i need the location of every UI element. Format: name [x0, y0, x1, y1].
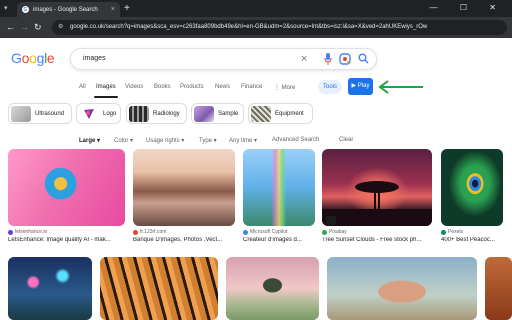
- search-input[interactable]: images ×: [70, 48, 377, 70]
- result-title[interactable]: Banque D'images, Photos ,Vect...: [133, 237, 235, 243]
- forward-icon[interactable]: →: [20, 22, 29, 32]
- logo-letter: e: [46, 50, 55, 66]
- chip-label: Ultrasound: [35, 110, 65, 117]
- source-favicon-icon: [322, 229, 327, 235]
- result-image[interactable]: [226, 257, 319, 320]
- filter-color-label: Color: [114, 138, 129, 144]
- chip-radiology[interactable]: Radiology: [126, 103, 187, 124]
- active-tab-indicator: [94, 96, 118, 98]
- nav-products[interactable]: Products: [180, 84, 204, 90]
- chip-label: Radiology: [153, 110, 180, 117]
- window-controls[interactable]: — ☐ ✕: [430, 3, 506, 12]
- result-source[interactable]: fr.123rf.com: [133, 229, 166, 235]
- result-source-text: Pexels: [448, 229, 464, 235]
- source-favicon-icon: [8, 229, 13, 235]
- logo-letter: G: [11, 50, 22, 66]
- nav-books[interactable]: Books: [154, 84, 171, 90]
- chip-label: Logo: [103, 110, 117, 117]
- result-image[interactable]: [100, 257, 218, 320]
- url-text: google.co.uk/search?q=images&sca_esv=c26…: [70, 24, 428, 30]
- filter-size[interactable]: Large ▾: [79, 137, 100, 144]
- clear-filters-link[interactable]: Clear: [339, 137, 353, 143]
- reload-icon[interactable]: ↻: [34, 22, 42, 33]
- chip-thumbnail: [251, 105, 271, 122]
- site-info-icon[interactable]: ⚙: [58, 20, 63, 35]
- address-bar: ← → ↻ ⚙ google.co.uk/search?q=images&sca…: [0, 17, 512, 38]
- result-image[interactable]: [243, 149, 315, 226]
- nav-news[interactable]: News: [215, 84, 230, 90]
- result-source[interactable]: Pexels: [441, 229, 463, 235]
- nav-finance[interactable]: Finance: [241, 84, 262, 90]
- result-title[interactable]: LetsEnhance: Image quality AI - mak...: [8, 237, 125, 243]
- result-image[interactable]: [441, 149, 503, 226]
- result-source-text: Microsoft Copilot: [250, 229, 288, 235]
- url-field[interactable]: ⚙ google.co.uk/search?q=images&sca_esv=c…: [52, 20, 507, 35]
- result-title[interactable]: 400+ Best Peacoc...: [441, 237, 503, 243]
- play-button[interactable]: ▶ Play: [348, 78, 373, 95]
- result-image[interactable]: [485, 257, 512, 320]
- chip-ultrasound[interactable]: Ultrasound: [8, 103, 72, 124]
- browser-tab-bar: ▾ G images - Google Search × + — ☐ ✕: [0, 0, 512, 17]
- chip-logo[interactable]: Logo: [76, 103, 121, 124]
- chip-sample[interactable]: Sample: [191, 103, 244, 124]
- source-favicon-icon: [441, 229, 446, 235]
- filter-time[interactable]: Any time ▾: [229, 137, 257, 144]
- result-image[interactable]: [8, 257, 92, 320]
- filter-type-label: Type: [199, 138, 213, 144]
- result-image[interactable]: [327, 257, 477, 320]
- new-tab-icon[interactable]: +: [124, 3, 130, 14]
- result-image[interactable]: [8, 149, 125, 226]
- result-source[interactable]: Microsoft Copilot: [243, 229, 287, 235]
- advanced-search-link[interactable]: Advanced Search: [272, 137, 319, 143]
- green-arrow-annotation: [378, 80, 423, 94]
- filter-color[interactable]: Color ▾: [114, 137, 133, 144]
- result-source-text: letsenhance.io: [15, 229, 48, 235]
- search-query: images: [83, 55, 106, 62]
- browser-tab[interactable]: G images - Google Search ×: [17, 2, 120, 17]
- result-source-text: Pixabay: [329, 229, 347, 235]
- tab-search-icon[interactable]: ▾: [4, 4, 8, 12]
- source-favicon-icon: [133, 229, 138, 235]
- search-icon[interactable]: [358, 53, 369, 68]
- chip-label: Equipment: [275, 110, 304, 117]
- filter-time-label: Any time: [229, 138, 253, 144]
- filter-usage-label: Usage rights: [146, 138, 180, 144]
- google-logo[interactable]: Google: [11, 50, 55, 66]
- nav-images[interactable]: Images: [96, 84, 116, 90]
- chip-equipment[interactable]: Equipment: [248, 103, 313, 124]
- chip-thumbnail: [79, 105, 99, 122]
- tools-button[interactable]: Tools: [318, 80, 342, 94]
- filter-size-label: Large: [79, 138, 96, 144]
- result-image[interactable]: [322, 149, 432, 226]
- filter-usage-rights[interactable]: Usage rights ▾: [146, 137, 184, 144]
- result-title[interactable]: Créateur d'images d...: [243, 237, 315, 243]
- clear-search-icon[interactable]: ×: [301, 53, 307, 66]
- chip-thumbnail: [129, 105, 149, 122]
- result-title[interactable]: Tree Sunset Clouds - Free stock ph...: [322, 237, 432, 243]
- filter-type[interactable]: Type ▾: [199, 137, 217, 144]
- result-source[interactable]: letsenhance.io: [8, 229, 47, 235]
- chip-thumbnail: [194, 105, 214, 122]
- back-icon[interactable]: ←: [6, 22, 15, 32]
- video-badge-icon: [326, 216, 336, 225]
- google-favicon-icon: G: [22, 6, 29, 13]
- result-source[interactable]: Pixabay: [322, 229, 347, 235]
- chip-thumbnail: [11, 105, 31, 122]
- tab-title: images - Google Search: [33, 6, 98, 13]
- voice-search-icon[interactable]: [324, 53, 332, 69]
- chip-label: Sample: [218, 110, 239, 117]
- logo-letter: o: [29, 50, 37, 66]
- lens-search-icon[interactable]: [339, 53, 351, 69]
- logo-letter: o: [21, 50, 30, 66]
- tab-close-icon[interactable]: ×: [111, 6, 115, 13]
- nav-more[interactable]: ⋮ More: [274, 84, 295, 91]
- source-favicon-icon: [243, 229, 248, 235]
- nav-all[interactable]: All: [79, 84, 86, 90]
- result-source-text: fr.123rf.com: [140, 229, 167, 235]
- nav-videos[interactable]: Videos: [125, 84, 143, 90]
- logo-letter: g: [36, 50, 45, 66]
- result-image[interactable]: [133, 149, 235, 226]
